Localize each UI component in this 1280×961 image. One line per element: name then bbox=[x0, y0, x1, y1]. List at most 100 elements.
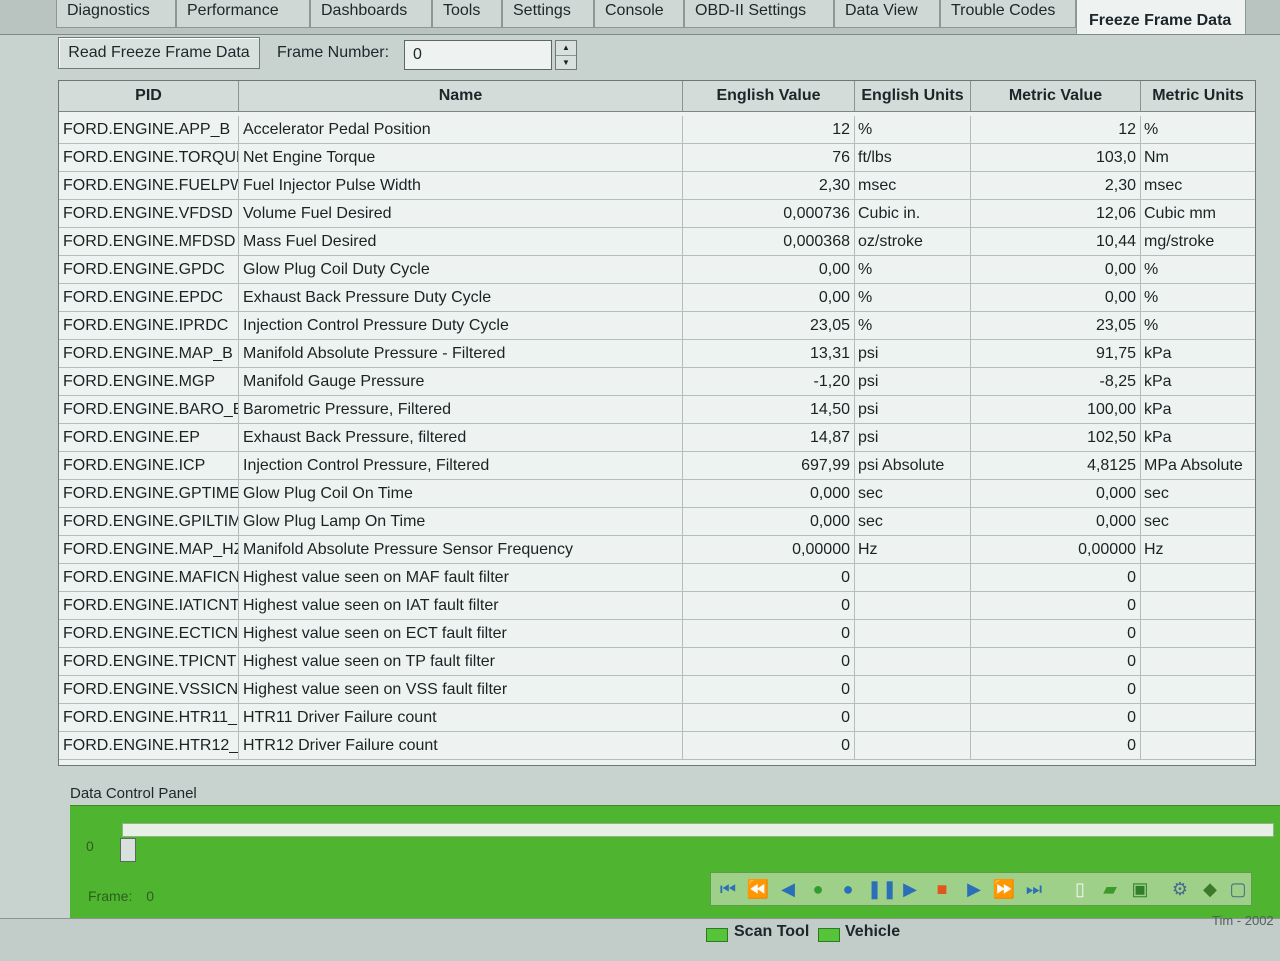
cell-pid: FORD.ENGINE.BARO_B bbox=[63, 396, 239, 424]
export-icon[interactable]: ▢ bbox=[1225, 877, 1251, 901]
cell-metric-value: 0,000 bbox=[971, 480, 1141, 508]
cell-metric-units: kPa bbox=[1144, 345, 1172, 362]
cell-name: Accelerator Pedal Position bbox=[239, 116, 683, 144]
freeze-frame-table[interactable]: PID Name English Value English Units Met… bbox=[58, 80, 1256, 766]
frame-slider-track[interactable] bbox=[122, 823, 1274, 837]
table-row[interactable]: FORD.ENGINE.VFDSD Volume Fuel Desired 0,00… bbox=[59, 200, 1255, 228]
tab-data-view[interactable]: Data View bbox=[834, 0, 940, 28]
pause-icon[interactable]: ❚❚ bbox=[867, 877, 897, 901]
settings-icon[interactable]: ⚙ bbox=[1167, 877, 1193, 901]
table-header: PID Name English Value English Units Met… bbox=[59, 81, 1255, 112]
tab-bar: Diagnostics Performance Dashboards Tools… bbox=[0, 0, 1280, 35]
table-row[interactable]: FORD.ENGINE.GPDC Glow Plug Coil Duty Cycl… bbox=[59, 256, 1255, 284]
play-icon[interactable]: ▶ bbox=[897, 877, 923, 901]
tab-settings[interactable]: Settings bbox=[502, 0, 594, 28]
cell-name: Highest value seen on TP fault filter bbox=[239, 648, 683, 676]
header-metric-units[interactable]: Metric Units bbox=[1141, 81, 1255, 111]
cell-name: Highest value seen on VSS fault filter bbox=[239, 676, 683, 704]
table-row[interactable]: FORD.ENGINE.VSSICNT Highest value seen on… bbox=[59, 676, 1255, 704]
new-file-icon[interactable]: ▯ bbox=[1067, 877, 1093, 901]
table-row[interactable]: FORD.ENGINE.MAFICNT Highest value seen on… bbox=[59, 564, 1255, 592]
table-row[interactable]: FORD.ENGINE.EPDC Exhaust Back Pressure Du… bbox=[59, 284, 1255, 312]
cell-metric-units bbox=[1141, 592, 1255, 620]
control-panel-title: Data Control Panel bbox=[70, 785, 197, 802]
tab-freeze-frame-data[interactable]: Freeze Frame Data bbox=[1076, 0, 1246, 34]
header-name[interactable]: Name bbox=[239, 81, 683, 111]
cell-pid: FORD.ENGINE.MFDSD bbox=[63, 228, 239, 256]
table-row[interactable]: FORD.ENGINE.APP_B Accelerator Pedal Posit… bbox=[59, 116, 1255, 144]
tab-diagnostics[interactable]: Diagnostics bbox=[56, 0, 176, 28]
rewind-icon[interactable]: ⏪ bbox=[745, 877, 771, 901]
table-row[interactable]: FORD.ENGINE.HTR11_F HTR11 Driver Failure … bbox=[59, 704, 1255, 732]
cell-english-units: % bbox=[855, 116, 971, 144]
record-icon[interactable]: ● bbox=[805, 877, 831, 901]
table-row[interactable]: FORD.ENGINE.FUELPW Fuel Injector Pulse Wi… bbox=[59, 172, 1255, 200]
tab-performance[interactable]: Performance bbox=[176, 0, 310, 28]
header-metric-value[interactable]: Metric Value bbox=[971, 81, 1141, 111]
tab-console[interactable]: Console bbox=[594, 0, 684, 28]
cell-name: Glow Plug Coil On Time bbox=[239, 480, 683, 508]
step-forward-icon[interactable]: ▶ bbox=[961, 877, 987, 901]
tab-dashboards[interactable]: Dashboards bbox=[310, 0, 432, 28]
table-row[interactable]: FORD.ENGINE.BARO_B Barometric Pressure, F… bbox=[59, 396, 1255, 424]
cell-pid: FORD.ENGINE.MAFICNT bbox=[63, 564, 239, 592]
cell-pid: FORD.ENGINE.HTR11_F bbox=[63, 704, 239, 732]
cell-english-value: 0 bbox=[683, 704, 855, 732]
table-row[interactable]: FORD.ENGINE.MAP_HZ Manifold Absolute Pres… bbox=[59, 536, 1255, 564]
header-english-value[interactable]: English Value bbox=[683, 81, 855, 111]
cell-english-units: psi bbox=[855, 340, 971, 368]
last-icon[interactable]: ⏭ bbox=[1021, 877, 1047, 901]
cell-english-value: 0 bbox=[683, 620, 855, 648]
tab-obd-settings[interactable]: OBD-II Settings bbox=[684, 0, 834, 28]
tab-trouble-codes[interactable]: Trouble Codes bbox=[940, 0, 1076, 28]
marker-icon[interactable]: ◆ bbox=[1197, 877, 1223, 901]
tab-tools[interactable]: Tools bbox=[432, 0, 502, 28]
cell-metric-units bbox=[1141, 704, 1255, 732]
header-english-units[interactable]: English Units bbox=[855, 81, 971, 111]
stop-icon[interactable]: ■ bbox=[929, 877, 955, 901]
table-row[interactable]: FORD.ENGINE.MFDSD Mass Fuel Desired 0,0003… bbox=[59, 228, 1255, 256]
table-row[interactable]: FORD.ENGINE.MGP Manifold Gauge Pressure -1… bbox=[59, 368, 1255, 396]
cell-metric-value: 2,30 bbox=[971, 172, 1141, 200]
header-pid[interactable]: PID bbox=[59, 81, 239, 111]
table-row[interactable]: FORD.ENGINE.IATICNT Highest value seen on… bbox=[59, 592, 1255, 620]
cell-english-units: Cubic in. bbox=[855, 200, 971, 228]
fast-forward-icon[interactable]: ⏩ bbox=[991, 877, 1017, 901]
table-row[interactable]: FORD.ENGINE.MAP_B Manifold Absolute Press… bbox=[59, 340, 1255, 368]
save-icon[interactable]: ▣ bbox=[1127, 877, 1153, 901]
cell-metric-value: 91,75 bbox=[971, 340, 1141, 368]
cell-name: Mass Fuel Desired bbox=[239, 228, 683, 256]
status-bar: Scan Tool Vehicle Tim - 2002 bbox=[0, 913, 1280, 961]
cell-name: Injection Control Pressure Duty Cycle bbox=[239, 312, 683, 340]
frame-number-spinner[interactable]: ▲ ▼ bbox=[555, 40, 577, 70]
table-row[interactable]: FORD.ENGINE.TORQUE Net Engine Torque 76 ft/… bbox=[59, 144, 1255, 172]
table-row[interactable]: FORD.ENGINE.HTR12_F HTR12 Driver Failure … bbox=[59, 732, 1255, 760]
table-row[interactable]: FORD.ENGINE.GPILTIME Glow Plug Lamp On Ti… bbox=[59, 508, 1255, 536]
table-row[interactable]: FORD.ENGINE.EP Exhaust Back Pressure, fil… bbox=[59, 424, 1255, 452]
read-freeze-frame-button[interactable]: Read Freeze Frame Data bbox=[58, 37, 260, 69]
cell-pid: FORD.ENGINE.IPRDC bbox=[63, 312, 239, 340]
spin-down-icon[interactable]: ▼ bbox=[556, 56, 576, 70]
stop-dot-icon[interactable]: ● bbox=[835, 877, 861, 901]
table-row[interactable]: FORD.ENGINE.ECTICNT Highest value seen on… bbox=[59, 620, 1255, 648]
step-back-icon[interactable]: ◀ bbox=[775, 877, 801, 901]
open-folder-icon[interactable]: ▰ bbox=[1097, 877, 1123, 901]
table-row[interactable]: FORD.ENGINE.ICP Injection Control Pressur… bbox=[59, 452, 1255, 480]
table-row[interactable]: FORD.ENGINE.IPRDC Injection Control Press… bbox=[59, 312, 1255, 340]
cell-english-value: 76 bbox=[683, 144, 855, 172]
cell-english-units: sec bbox=[855, 480, 971, 508]
frame-number-input[interactable] bbox=[404, 40, 552, 70]
spin-up-icon[interactable]: ▲ bbox=[556, 41, 576, 56]
table-row[interactable]: FORD.ENGINE.GPTIME Glow Plug Coil On Time… bbox=[59, 480, 1255, 508]
cell-metric-value: 0 bbox=[971, 564, 1141, 592]
table-row[interactable]: FORD.ENGINE.TPICNT Highest value seen on … bbox=[59, 648, 1255, 676]
frame-slider-thumb[interactable] bbox=[120, 838, 136, 862]
first-icon[interactable]: ⏮ bbox=[715, 877, 741, 901]
cell-english-units: % bbox=[855, 284, 971, 312]
cell-english-units: sec bbox=[855, 508, 971, 536]
cell-metric-value: 12 bbox=[971, 116, 1141, 144]
cell-english-value: 0,000 bbox=[683, 508, 855, 536]
cell-name: Injection Control Pressure, Filtered bbox=[239, 452, 683, 480]
cell-english-units: psi bbox=[855, 424, 971, 452]
cell-name: Net Engine Torque bbox=[239, 144, 683, 172]
